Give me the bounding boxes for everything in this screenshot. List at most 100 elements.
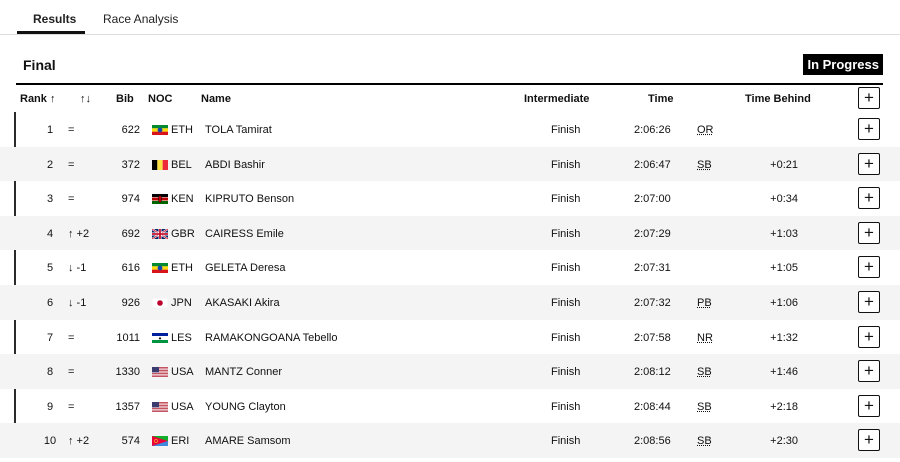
rank-cell: 4 [46,227,54,240]
rank-change-cell: = [68,331,75,344]
intermediate-cell: Finish [551,193,581,206]
tabs-divider [0,34,900,35]
rank-change-cell: ↓ -1 [68,297,87,309]
athlete-name-cell: YOUNG Clayton [205,400,286,413]
section-title: Final [23,57,56,73]
bib-cell: 974 [121,193,140,206]
record-badge[interactable]: OR [697,124,714,137]
time-cell: 2:06:26 [634,124,671,136]
table-row: 9 = 1357 USA YOUNG Clayton Finish 2:08:44 SB +2:… [0,388,900,424]
rank-change-cell: = [68,158,75,171]
athlete-name-cell: MANTZ Conner [205,366,283,379]
intermediate-cell: Finish [551,158,581,171]
table-row: 7 = 1011 LES RAMAKONGOANA Tebello Finish 2:07:… [0,319,900,355]
flag-bel-icon [152,159,168,170]
expand-row-button[interactable]: + [858,187,880,210]
record-badge[interactable]: SB [697,159,712,172]
expand-row-button[interactable]: + [858,118,880,140]
time-behind-cell: +1:32 [770,331,798,344]
row-accent-bar [14,388,16,424]
column-header-rank[interactable]: Rank ↑ [20,93,55,105]
flag-usa-icon [152,367,168,378]
expand-row-button[interactable]: + [858,152,880,175]
noc-cell: ETH [171,262,193,275]
table-row: 10 ↑ +2 574 ERI AMARE Samsom Finish 2:08:56 SB +… [0,423,900,458]
bib-cell: 926 [121,297,140,309]
intermediate-cell: Finish [551,331,581,344]
athlete-name-cell: KIPRUTO Benson [205,193,295,206]
expand-row-button[interactable]: + [858,256,880,279]
expand-all-button[interactable]: + [858,87,880,109]
tab-race-analysis[interactable]: Race Analysis [87,0,194,34]
table-row: 2 = 372 BEL ABDI Bashir Finish 2:06:47 SB +0:21 + [0,146,900,182]
noc-cell: GBR [171,227,195,240]
table-row: 8 = 1330 USA MANTZ Conner Finish 2:08:12 SB +1:4… [0,354,900,389]
expand-row-button[interactable]: + [858,325,880,348]
bib-cell: 372 [121,158,140,171]
athlete-name-cell: TOLA Tamirat [205,124,272,136]
noc-cell: JPN [171,297,192,309]
row-accent-bar [14,319,16,355]
flag-gbr-icon [152,228,168,239]
time-behind-cell: +1:05 [770,262,798,275]
table-row: 5 ↓ -1 616 ETH GELETA Deresa Finish 2:07:31 +1:… [0,250,900,285]
time-cell: 2:07:00 [634,193,671,206]
rank-cell: 8 [46,366,54,379]
time-cell: 2:07:29 [634,227,671,240]
rank-cell: 9 [46,400,54,413]
record-badge[interactable]: PB [697,297,712,310]
bib-cell: 1357 [115,400,140,413]
intermediate-cell: Finish [551,124,581,136]
rank-change-cell: = [68,124,75,136]
bib-cell: 1011 [116,331,140,344]
time-cell: 2:08:56 [634,435,671,448]
expand-row-button[interactable]: + [858,360,880,383]
table-row: 1 = 622 ETH TOLA Tamirat Finish 2:06:26 OR + [0,112,900,147]
record-badge[interactable]: SB [697,366,712,379]
flag-eth-icon [152,263,168,274]
tab-results[interactable]: Results [17,0,85,34]
intermediate-cell: Finish [551,227,581,240]
time-behind-cell: +0:34 [770,193,798,206]
rank-change-cell: ↓ -1 [68,262,87,275]
column-header-change[interactable]: ↑↓ [80,93,91,105]
expand-row-button[interactable]: + [858,221,880,244]
row-accent-bar [14,181,16,216]
noc-cell: USA [171,366,194,379]
column-header-name: Name [201,93,231,105]
time-cell: 2:08:12 [634,366,671,379]
rank-cell: 5 [46,262,54,275]
tab-bar: Results Race Analysis [17,0,194,34]
time-cell: 2:06:47 [634,158,671,171]
athlete-name-cell: ABDI Bashir [205,158,265,171]
athlete-name-cell: RAMAKONGOANA Tebello [205,331,338,344]
column-header-bib: Bib [116,93,134,105]
bib-cell: 574 [121,435,140,448]
time-behind-cell: +2:18 [770,400,798,413]
record-badge[interactable]: SB [697,435,712,448]
record-badge[interactable]: NR [697,332,713,345]
rank-change-cell: ↑ +2 [68,435,90,448]
rank-change-cell: = [68,193,75,206]
bib-cell: 1330 [115,366,140,379]
time-behind-cell: +0:21 [770,158,798,171]
athlete-name-cell: AKASAKI Akira [205,297,280,309]
time-behind-cell: +2:30 [770,435,798,448]
noc-cell: ETH [171,124,193,136]
time-cell: 2:07:58 [634,331,671,344]
noc-cell: USA [171,400,194,413]
rank-cell: 2 [46,158,54,171]
expand-row-button[interactable]: + [858,394,880,417]
rank-cell: 7 [46,331,54,344]
intermediate-cell: Finish [551,435,581,448]
table-row: 3 = 974 KEN KIPRUTO Benson Finish 2:07:00 +0:34… [0,181,900,216]
flag-ken-icon [152,194,168,205]
flag-usa-icon [152,401,168,412]
expand-row-button[interactable]: + [858,429,880,452]
expand-row-button[interactable]: + [858,291,880,313]
rank-change-cell: ↑ +2 [68,227,90,240]
bib-cell: 616 [121,262,140,275]
rank-change-cell: = [68,400,75,413]
record-badge[interactable]: SB [697,401,712,414]
column-header-time: Time [648,93,674,105]
